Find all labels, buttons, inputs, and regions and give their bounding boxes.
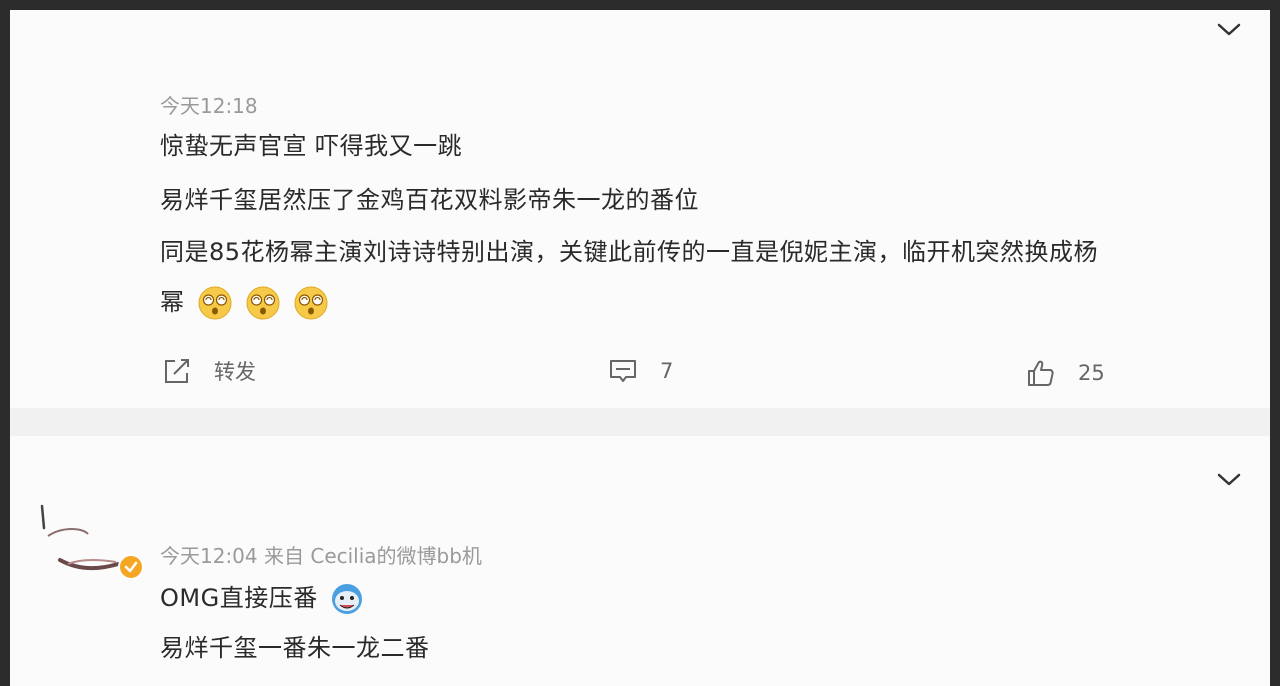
- comment-card: 今天12:04 来自 Cecilia的微博bb机 OMG直接压番 易烊千玺一番朱…: [10, 436, 1270, 686]
- doge-emoji: [331, 584, 362, 614]
- comment-meta: 今天12:04 来自 Cecilia的微博bb机: [160, 544, 482, 568]
- post-text-line: 易烊千玺居然压了金鸡百花双料影帝朱一龙的番位: [160, 186, 699, 214]
- comment-count: 7: [660, 359, 674, 383]
- chevron-down-icon[interactable]: [1216, 22, 1242, 38]
- post-card: 今天12:18 惊蛰无声官宣 吓得我又一跳 易烊千玺居然压了金鸡百花双料影帝朱一…: [10, 10, 1270, 408]
- comment-text-line: OMG直接压番: [160, 584, 318, 612]
- post-timestamp: 今天12:18: [160, 94, 258, 118]
- comment-text-line-first: OMG直接压番: [160, 578, 364, 616]
- post-text-line: 同是85花杨幂主演刘诗诗特别出演，关键此前传的一直是倪妮主演，临开机突然换成杨: [160, 238, 1099, 266]
- repost-button[interactable]: 转发: [162, 356, 256, 386]
- thumbs-up-icon: [1028, 360, 1054, 386]
- comment-text-line: 易烊千玺一番朱一龙二番: [160, 634, 430, 662]
- chevron-down-icon[interactable]: [1216, 472, 1242, 488]
- repost-label: 转发: [214, 360, 256, 384]
- comment-button[interactable]: 7: [608, 356, 673, 386]
- dizzy-face-emoji: [294, 286, 328, 320]
- like-button[interactable]: 25: [1026, 358, 1105, 388]
- card-divider: [10, 408, 1270, 436]
- comment-icon: [610, 360, 636, 382]
- post-text-line: 幂: [160, 288, 185, 316]
- post-text-line: 惊蛰无声官宣 吓得我又一跳: [160, 132, 463, 160]
- verified-badge-icon: [118, 554, 144, 580]
- post-text-line-last: 幂: [160, 282, 329, 321]
- like-count: 25: [1078, 361, 1105, 385]
- dizzy-face-emoji: [198, 286, 232, 320]
- dizzy-face-emoji: [246, 286, 280, 320]
- share-icon: [165, 359, 189, 383]
